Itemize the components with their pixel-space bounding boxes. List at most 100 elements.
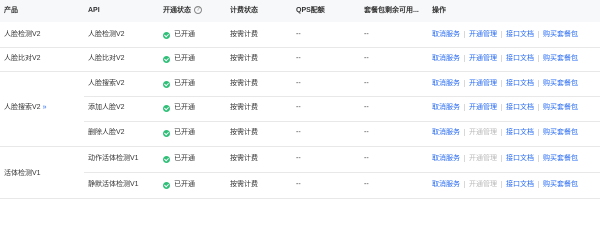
remaining-value: -- (364, 155, 369, 162)
buy-package-link[interactable]: 购买套餐包 (543, 31, 578, 38)
header-qps: QPS配额 (296, 7, 325, 14)
billing-status: 按需计费 (230, 31, 258, 38)
billing-status: 按需计费 (230, 155, 258, 162)
manage-link: 开通管理 (469, 181, 497, 188)
cancel-service-link[interactable]: 取消服务 (432, 129, 460, 136)
product-name: 活体检测V1 (4, 168, 41, 180)
check-circle-icon (163, 55, 170, 63)
status-badge: 已开通 (163, 53, 195, 65)
divider (464, 30, 465, 38)
header-product: 产品 (4, 7, 18, 14)
api-name: 人脸比对V2 (88, 55, 125, 62)
product-label: 人脸检测V2 (4, 31, 41, 38)
divider (538, 180, 539, 188)
row-divider (84, 172, 600, 173)
row-divider (84, 121, 600, 122)
cancel-service-link[interactable]: 取消服务 (432, 80, 460, 87)
remaining-value: -- (364, 104, 369, 111)
buy-package-link[interactable]: 购买套餐包 (543, 104, 578, 111)
remaining-value: -- (364, 31, 369, 38)
manage-link[interactable]: 开通管理 (469, 104, 497, 111)
docs-link[interactable]: 接口文档 (506, 181, 534, 188)
docs-link[interactable]: 接口文档 (506, 104, 534, 111)
api-name: 动作活体检测V1 (88, 155, 139, 162)
row-actions: 取消服务 开通管理 接口文档 购买套餐包 (432, 78, 578, 90)
status-label: 已开通 (174, 55, 195, 62)
check-circle-icon (163, 181, 170, 189)
remaining-value: -- (364, 129, 369, 136)
cancel-service-link[interactable]: 取消服务 (432, 55, 460, 62)
header-status-label: 开通状态 (163, 7, 191, 14)
qps-value: -- (296, 181, 301, 188)
remaining-value: -- (364, 55, 369, 62)
row-divider (0, 198, 600, 199)
cancel-service-link[interactable]: 取消服务 (432, 31, 460, 38)
docs-link[interactable]: 接口文档 (506, 31, 534, 38)
manage-link: 开通管理 (469, 129, 497, 136)
divider (501, 54, 502, 62)
product-name: 人脸检测V2 (4, 29, 41, 41)
manage-link[interactable]: 开通管理 (469, 31, 497, 38)
divider (464, 128, 465, 136)
status-label: 已开通 (174, 155, 195, 162)
billing-status: 按需计费 (230, 181, 258, 188)
help-icon[interactable]: ? (194, 6, 202, 15)
divider (464, 180, 465, 188)
qps-value: -- (296, 55, 301, 62)
status-label: 已开通 (174, 181, 195, 188)
row-divider (84, 96, 600, 97)
row-actions: 取消服务 开通管理 接口文档 购买套餐包 (432, 102, 578, 114)
buy-package-link[interactable]: 购买套餐包 (543, 55, 578, 62)
header-status: 开通状态? (163, 0, 202, 22)
manage-link[interactable]: 开通管理 (469, 55, 497, 62)
expand-icon[interactable]: » (43, 102, 47, 114)
divider (464, 154, 465, 162)
row-divider (0, 146, 600, 147)
divider (501, 128, 502, 136)
cancel-service-link[interactable]: 取消服务 (432, 104, 460, 111)
divider (538, 128, 539, 136)
qps-value: -- (296, 155, 301, 162)
header-ops: 操作 (432, 7, 446, 14)
check-circle-icon (163, 155, 170, 163)
billing-status: 按需计费 (230, 129, 258, 136)
api-name: 删除人脸V2 (88, 129, 125, 136)
status-label: 已开通 (174, 129, 195, 136)
qps-value: -- (296, 31, 301, 38)
status-badge: 已开通 (163, 127, 195, 139)
api-name: 人脸检测V2 (88, 31, 125, 38)
docs-link[interactable]: 接口文档 (506, 129, 534, 136)
divider (464, 54, 465, 62)
docs-link[interactable]: 接口文档 (506, 80, 534, 87)
divider (538, 103, 539, 111)
divider (501, 30, 502, 38)
remaining-value: -- (364, 80, 369, 87)
status-badge: 已开通 (163, 102, 195, 114)
product-label: 活体检测V1 (4, 170, 41, 177)
docs-link[interactable]: 接口文档 (506, 55, 534, 62)
divider (538, 154, 539, 162)
qps-value: -- (296, 104, 301, 111)
check-circle-icon (163, 80, 170, 88)
product-name: 人脸比对V2 (4, 53, 41, 65)
row-actions: 取消服务 开通管理 接口文档 购买套餐包 (432, 179, 578, 191)
row-actions: 取消服务 开通管理 接口文档 购买套餐包 (432, 53, 578, 65)
check-circle-icon (163, 104, 170, 112)
divider (538, 79, 539, 87)
check-circle-icon (163, 31, 170, 39)
cancel-service-link[interactable]: 取消服务 (432, 155, 460, 162)
api-name: 添加人脸V2 (88, 104, 125, 111)
divider (538, 30, 539, 38)
buy-package-link[interactable]: 购买套餐包 (543, 181, 578, 188)
cancel-service-link[interactable]: 取消服务 (432, 181, 460, 188)
manage-link[interactable]: 开通管理 (469, 80, 497, 87)
check-circle-icon (163, 129, 170, 137)
table-header: 产品 API 开通状态? 计费状态 QPS配额 套餐包剩余可用... 操作 (0, 0, 600, 22)
product-name[interactable]: 人脸搜索V2» (4, 102, 47, 114)
buy-package-link[interactable]: 购买套餐包 (543, 80, 578, 87)
header-api: API (88, 7, 100, 14)
buy-package-link[interactable]: 购买套餐包 (543, 155, 578, 162)
api-name: 静默活体检测V1 (88, 181, 139, 188)
docs-link[interactable]: 接口文档 (506, 155, 534, 162)
buy-package-link[interactable]: 购买套餐包 (543, 129, 578, 136)
